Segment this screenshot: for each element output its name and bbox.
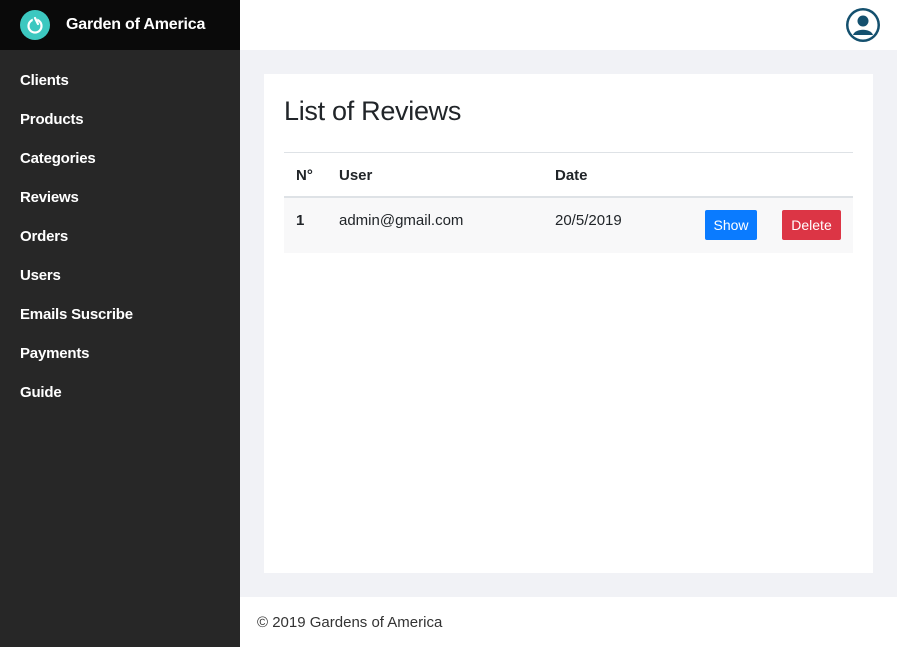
column-header-date: Date	[555, 167, 588, 184]
row-date: 20/5/2019	[555, 212, 622, 229]
sidebar-item-guide[interactable]: Guide	[0, 373, 240, 412]
column-header-user: User	[339, 167, 373, 184]
row-number: 1	[296, 212, 305, 229]
sidebar: Garden of America Clients Products Categ…	[0, 0, 240, 647]
user-avatar-icon[interactable]	[846, 8, 880, 42]
sidebar-item-reviews[interactable]: Reviews	[0, 178, 240, 217]
reviews-card: List of Reviews N° User Date 1 admin@gma…	[264, 74, 873, 573]
column-header-number: N°	[296, 167, 313, 184]
sidebar-item-payments[interactable]: Payments	[0, 334, 240, 373]
show-button[interactable]: Show	[705, 210, 757, 240]
top-bar	[240, 0, 897, 50]
page-title: List of Reviews	[284, 96, 462, 126]
sidebar-item-emails-suscribe[interactable]: Emails Suscribe	[0, 295, 240, 334]
sidebar-item-users[interactable]: Users	[0, 256, 240, 295]
footer: © 2019 Gardens of America	[240, 597, 897, 647]
power-icon	[20, 10, 50, 40]
row-user: admin@gmail.com	[339, 212, 464, 229]
footer-text: © 2019 Gardens of America	[257, 613, 443, 631]
delete-button[interactable]: Delete	[782, 210, 841, 240]
brand-bar[interactable]: Garden of America	[0, 0, 240, 50]
sidebar-item-orders[interactable]: Orders	[0, 217, 240, 256]
reviews-table: N° User Date 1 admin@gmail.com 20/5/2019	[284, 152, 853, 253]
table-header: N° User Date	[284, 153, 853, 198]
table-row: 1 admin@gmail.com 20/5/2019	[284, 198, 853, 253]
sidebar-item-categories[interactable]: Categories	[0, 139, 240, 178]
sidebar-nav: Clients Products Categories Reviews Orde…	[0, 50, 240, 412]
brand-name: Garden of America	[66, 16, 206, 33]
sidebar-item-clients[interactable]: Clients	[0, 61, 240, 100]
sidebar-item-products[interactable]: Products	[0, 100, 240, 139]
